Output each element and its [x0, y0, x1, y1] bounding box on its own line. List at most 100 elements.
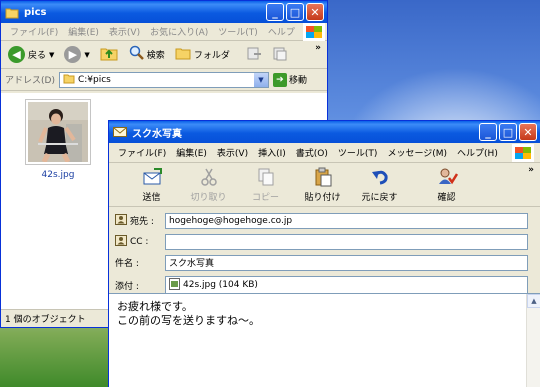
mail-envelope-icon [113, 126, 127, 139]
go-label: 移動 [288, 76, 307, 86]
attachment-item[interactable]: 42s.jpg (104 KB) [183, 280, 258, 290]
close-button[interactable]: ✕ [519, 123, 537, 141]
menu-message[interactable]: メッセージ(M) [382, 146, 452, 159]
windows-logo-icon [512, 144, 534, 162]
address-value: C:¥pics [77, 74, 111, 85]
scissors-icon [198, 166, 220, 188]
copy-label: コピー [251, 193, 279, 203]
minimize-button[interactable]: _ [266, 3, 284, 21]
cc-field[interactable] [165, 233, 528, 250]
go-arrow-icon: ➔ [272, 72, 287, 87]
forward-button[interactable]: ▶ ▼ [61, 46, 92, 63]
menu-favorites[interactable]: お気に入り(A) [145, 25, 213, 38]
toolbar-overflow-chevron[interactable]: » [528, 165, 534, 175]
menu-file[interactable]: ファイル(F) [113, 146, 171, 159]
search-icon [128, 45, 144, 64]
minimize-button[interactable]: _ [479, 123, 497, 141]
attach-label: 添付 : [115, 281, 139, 292]
mail-titlebar[interactable]: スク水写真 _ □ ✕ [109, 121, 540, 143]
back-label: 戻る [28, 51, 47, 61]
go-button[interactable]: ➔ 移動 [272, 72, 307, 87]
copy-icon [255, 166, 277, 188]
menu-tools[interactable]: ツール(T) [213, 25, 263, 38]
copy-to-button[interactable] [269, 46, 291, 64]
cc-row: CC : [115, 231, 536, 252]
attach-label-wrap: 添付 : [115, 279, 165, 292]
mail-menubar: ファイル(F) 編集(E) 表示(V) 挿入(I) 書式(O) ツール(T) メ… [109, 143, 540, 163]
move-to-icon [246, 46, 262, 64]
cut-button[interactable]: 切り取り [180, 166, 237, 203]
file-name-label[interactable]: 42s.jpg [25, 170, 91, 180]
address-book-icon [115, 213, 127, 228]
explorer-titlebar[interactable]: pics _ □ ✕ [1, 1, 327, 23]
subject-field[interactable]: スク水写真 [165, 254, 528, 271]
maximize-button[interactable]: □ [499, 123, 517, 141]
explorer-title: pics [24, 6, 47, 18]
subject-label: 件名 : [115, 259, 139, 269]
send-label: 送信 [142, 193, 161, 203]
copy-to-icon [272, 46, 288, 64]
attach-field[interactable]: 42s.jpg (104 KB) [165, 275, 528, 295]
to-label: 宛先 : [130, 217, 154, 227]
menu-view[interactable]: 表示(V) [104, 25, 145, 38]
paste-label: 貼り付け [304, 193, 341, 203]
mail-header-fields: 宛先 : hogehoge@hogehoge.co.jp CC : 件名 : ス [109, 207, 540, 297]
folder-icon [5, 6, 19, 19]
back-arrow-icon: ◀ [8, 46, 25, 63]
folders-label: フォルダ [193, 51, 230, 61]
undo-icon [369, 166, 391, 188]
to-field[interactable]: hogehoge@hogehoge.co.jp [165, 212, 528, 229]
subject-row: 件名 : スク水写真 [115, 252, 536, 273]
body-scrollbar[interactable]: ▲ [526, 294, 540, 387]
address-label: アドレス(D) [5, 76, 55, 86]
to-label-button[interactable]: 宛先 : [115, 213, 165, 228]
send-button[interactable]: 送信 [123, 166, 180, 203]
maximize-button[interactable]: □ [286, 3, 304, 21]
to-row: 宛先 : hogehoge@hogehoge.co.jp [115, 210, 536, 231]
mail-toolbar: 送信 切り取り コピー 貼り付け 元に戻す 確認 » [109, 163, 540, 207]
search-label: 検索 [146, 51, 165, 61]
undo-label: 元に戻す [361, 193, 398, 203]
search-button[interactable]: 検索 [125, 45, 168, 64]
undo-button[interactable]: 元に戻す [351, 166, 408, 203]
menu-edit[interactable]: 編集(E) [63, 25, 104, 38]
windows-logo-icon [303, 23, 325, 41]
menu-file[interactable]: ファイル(F) [5, 25, 63, 38]
menu-view[interactable]: 表示(V) [212, 146, 253, 159]
folder-icon [63, 73, 75, 87]
address-dropdown-button[interactable]: ▼ [253, 72, 268, 87]
address-input[interactable]: C:¥pics ▼ [58, 71, 269, 88]
file-thumbnail[interactable] [25, 99, 91, 165]
explorer-menubar: ファイル(F) 編集(E) 表示(V) お気に入り(A) ツール(T) ヘルプ [1, 23, 327, 41]
close-button[interactable]: ✕ [306, 3, 324, 21]
copy-button[interactable]: コピー [237, 166, 294, 203]
mail-title: スク水写真 [132, 128, 182, 140]
menu-help[interactable]: ヘルプ [263, 25, 300, 38]
menu-help[interactable]: ヘルプ(H) [452, 146, 503, 159]
paste-icon [312, 166, 334, 188]
cut-label: 切り取り [190, 193, 227, 203]
image-file-icon [169, 277, 180, 293]
toolbar-overflow-chevron[interactable]: » [315, 43, 321, 53]
explorer-toolbar: ◀ 戻る ▼ ▶ ▼ 検索 フォルダ » [1, 41, 327, 69]
status-text: 1 個のオブジェクト [5, 315, 86, 325]
check-names-label: 確認 [437, 193, 456, 203]
cc-label-button[interactable]: CC : [115, 234, 165, 249]
check-names-button[interactable]: 確認 [418, 166, 475, 203]
menu-tools[interactable]: ツール(T) [333, 146, 383, 159]
back-button[interactable]: ◀ 戻る ▼ [5, 46, 57, 63]
photo-thumbnail-image [28, 102, 88, 164]
menu-format[interactable]: 書式(O) [291, 146, 333, 159]
up-folder-button[interactable] [97, 45, 121, 64]
move-to-button[interactable] [243, 46, 265, 64]
scroll-up-button[interactable]: ▲ [527, 294, 540, 308]
address-bar: アドレス(D) C:¥pics ▼ ➔ 移動 [1, 69, 327, 91]
message-body[interactable]: お疲れ様です。 この前の写を送りますね～。 ▲ [109, 293, 540, 387]
send-icon [141, 166, 163, 188]
folders-button[interactable]: フォルダ [172, 46, 233, 64]
menu-edit[interactable]: 編集(E) [171, 146, 212, 159]
subject-value: スク水写真 [169, 259, 215, 269]
menu-insert[interactable]: 挿入(I) [253, 146, 291, 159]
forward-arrow-icon: ▶ [64, 46, 82, 63]
paste-button[interactable]: 貼り付け [294, 166, 351, 203]
